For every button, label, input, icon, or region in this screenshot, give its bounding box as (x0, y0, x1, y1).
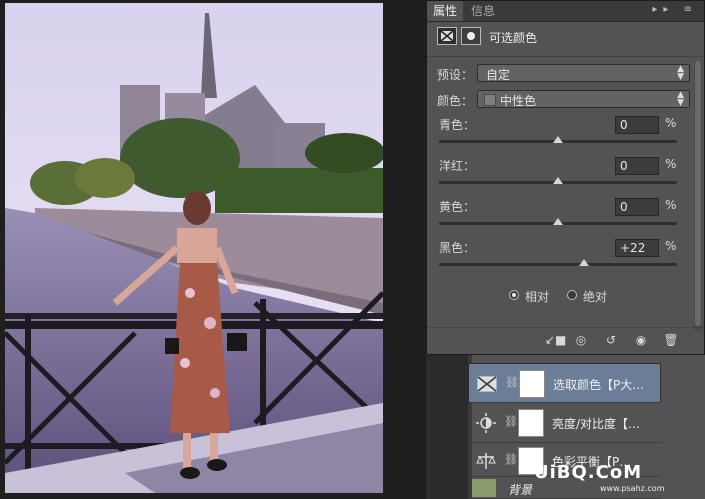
slider-label: 黑色： (439, 241, 476, 255)
view-previous-state-icon[interactable]: ◎ (573, 333, 589, 347)
slider-thumb[interactable] (579, 259, 590, 266)
slider-thumb[interactable] (553, 136, 563, 143)
photo-illustration (5, 3, 383, 493)
divider (427, 56, 704, 57)
preset-select[interactable]: 自定 ▲ ▼ (477, 64, 690, 82)
slider-value-field[interactable]: +22 (615, 239, 659, 257)
layer-mask-thumbnail[interactable] (519, 370, 545, 398)
tab-info[interactable]: 信息 (465, 1, 501, 21)
preset-value: 自定 (486, 68, 511, 82)
neutral-swatch-icon (484, 94, 496, 106)
slider-thumb[interactable] (553, 218, 563, 225)
layer-name: 亮度/对比度【… (552, 417, 641, 431)
percent-unit: % (665, 239, 677, 253)
slider-value: 0 (620, 200, 628, 214)
watermark-text: UiBQ.CoM (534, 462, 643, 483)
slider-label: 洋红： (439, 159, 476, 173)
visibility-eye-icon[interactable]: ◉ (633, 333, 649, 347)
chevron-updown-icon: ▲ ▼ (677, 90, 684, 108)
selective-color-icon (475, 372, 499, 396)
link-chain-icon[interactable]: ⛓ (504, 453, 518, 466)
slider-value: 0 (620, 118, 628, 132)
document-canvas[interactable] (0, 0, 388, 499)
slider-track[interactable] (439, 263, 677, 266)
watermark: UiBQ.CoM www.psahz.com (534, 462, 664, 493)
radio-relative-label: 相对 (525, 290, 550, 304)
layer-row[interactable]: ⛓ 亮度/对比度【… (468, 403, 661, 443)
slider-value-field[interactable]: 0 (615, 157, 659, 175)
clip-to-layer-icon[interactable]: ↙■ (545, 333, 566, 347)
layer-row[interactable]: ⛓ 选取颜色【P大… (468, 363, 661, 403)
percent-unit: % (665, 157, 677, 171)
photo-notre-dame (5, 3, 383, 493)
delete-trash-icon[interactable]: 🗑 (663, 333, 679, 347)
layer-mask-thumbnail[interactable] (518, 409, 544, 437)
chevron-updown-icon: ▲ ▼ (677, 64, 684, 82)
colors-label: 颜色： (437, 94, 474, 108)
slider-value-field[interactable]: 0 (615, 116, 659, 134)
brightness-contrast-icon (474, 411, 498, 435)
reset-icon[interactable]: ↺ (603, 333, 619, 347)
background-thumbnail (472, 479, 496, 497)
radio-absolute-label: 绝对 (583, 290, 608, 304)
slider-value: +22 (620, 241, 646, 255)
color-balance-icon (474, 449, 498, 473)
canvas-gutter (388, 0, 426, 499)
slider-value-field[interactable]: 0 (615, 198, 659, 216)
slider-thumb[interactable] (553, 177, 563, 184)
preset-label: 预设： (437, 68, 474, 82)
panel-toolbar: ↙■ ◎ ↺ ◉ 🗑 (427, 327, 704, 354)
tab-properties[interactable]: 属性 (427, 1, 464, 21)
properties-panel: 属性 信息 ▸▸ ≡ 可选颜色 预设： 自定 ▲ ▼ 颜色： 中性色 ▲ ▼ 青色：… (426, 0, 705, 355)
slider-label: 青色： (439, 118, 476, 132)
layer-name: 选取颜色【P大… (553, 378, 645, 392)
radio-dot (509, 290, 519, 300)
slider-value: 0 (620, 159, 628, 173)
panel-scrollbar[interactable] (694, 61, 702, 331)
slider-label: 黄色： (439, 200, 476, 214)
panel-tabs: 属性 信息 ▸▸ ≡ (427, 1, 704, 22)
percent-unit: % (665, 198, 677, 212)
adjustment-title: 可选颜色 (489, 31, 538, 45)
layer-mask-icon[interactable] (461, 27, 481, 45)
link-chain-icon[interactable]: ⛓ (504, 415, 518, 428)
scrollbar-thumb[interactable] (695, 61, 701, 326)
panel-menu-icon[interactable]: ▸▸ ≡ (652, 4, 698, 15)
selective-color-icon[interactable] (437, 27, 457, 45)
colors-value: 中性色 (500, 94, 537, 108)
radio-dot (567, 290, 577, 300)
colors-select[interactable]: 中性色 ▲ ▼ (477, 90, 690, 108)
percent-unit: % (665, 116, 677, 130)
link-chain-icon[interactable]: ⛓ (505, 376, 519, 389)
layer-name: 背景 (508, 483, 533, 497)
watermark-url: www.psahz.com (600, 484, 665, 493)
